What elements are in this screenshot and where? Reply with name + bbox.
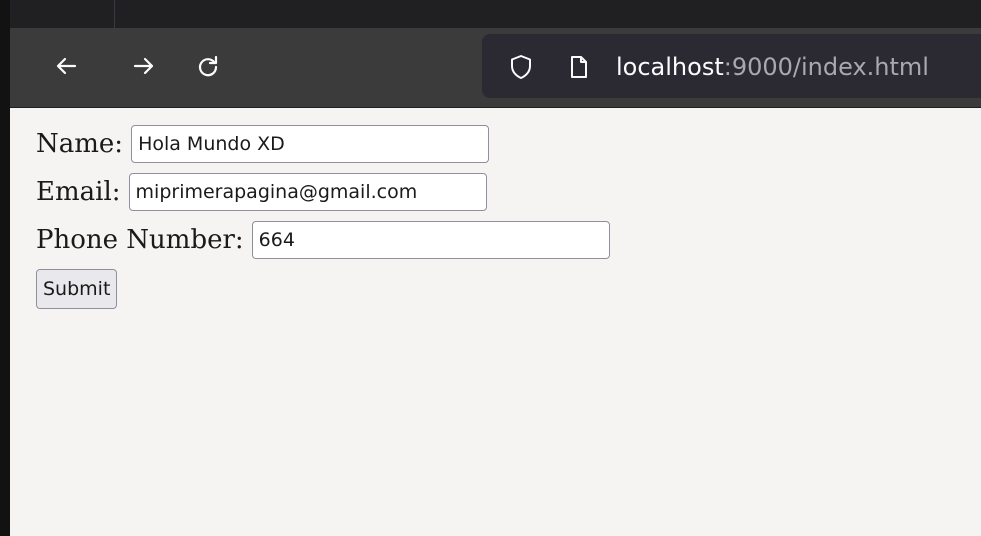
window-frame <box>0 0 10 536</box>
page-icon[interactable] <box>566 54 592 80</box>
tab-strip <box>10 0 981 28</box>
page-viewport: Name: Email: Phone Number: Submit <box>10 108 981 536</box>
email-label: Email: <box>36 177 121 207</box>
url-host: localhost <box>616 53 724 81</box>
email-row: Email: <box>36 173 610 211</box>
reload-icon <box>195 53 221 79</box>
forward-button[interactable] <box>124 46 164 86</box>
name-input[interactable] <box>131 125 490 163</box>
phone-row: Phone Number: <box>36 221 610 259</box>
reload-button[interactable] <box>188 46 228 86</box>
back-button[interactable] <box>46 46 86 86</box>
tab-divider <box>114 0 115 28</box>
submit-button[interactable]: Submit <box>36 269 118 309</box>
navigation-toolbar: localhost:9000/index.html <box>10 28 981 108</box>
arrow-left-icon <box>53 53 79 79</box>
url-text[interactable]: localhost:9000/index.html <box>616 51 929 83</box>
phone-label: Phone Number: <box>36 225 244 255</box>
phone-input[interactable] <box>251 221 610 259</box>
url-path: :9000/index.html <box>723 53 929 81</box>
contact-form: Name: Email: Phone Number: Submit <box>36 125 610 309</box>
email-input[interactable] <box>128 173 487 211</box>
arrow-right-icon <box>131 53 157 79</box>
shield-icon[interactable] <box>508 54 534 80</box>
name-label: Name: <box>36 129 124 159</box>
name-row: Name: <box>36 125 610 163</box>
url-bar[interactable]: localhost:9000/index.html <box>482 34 981 98</box>
